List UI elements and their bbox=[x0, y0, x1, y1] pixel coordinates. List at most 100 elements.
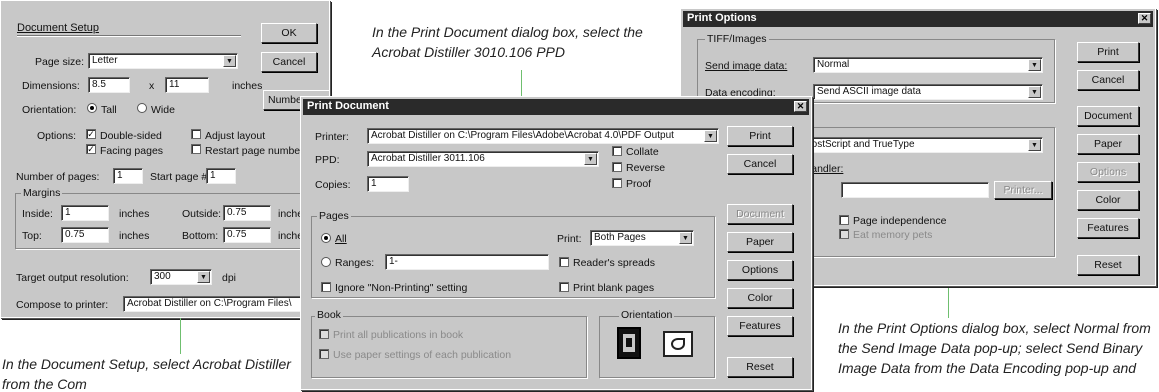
num-pages-label: Number of pages: bbox=[16, 171, 100, 183]
printer-button[interactable]: Printer... bbox=[994, 181, 1052, 199]
paper-button[interactable]: Paper bbox=[727, 232, 793, 252]
cancel-button[interactable]: Cancel bbox=[261, 52, 317, 72]
send-image-select[interactable]: Normal ▼ bbox=[813, 57, 1043, 73]
double-sided-checkbox[interactable]: ✓ bbox=[86, 129, 96, 139]
data-encoding-select[interactable]: Send ASCII image data ▼ bbox=[813, 84, 1043, 100]
cancel-print-button[interactable]: Cancel bbox=[727, 154, 793, 174]
ignore-nonprinting-checkbox[interactable] bbox=[321, 282, 331, 292]
top-label: Top: bbox=[22, 230, 42, 242]
portrait-orientation-icon[interactable] bbox=[617, 327, 641, 359]
options-features-button[interactable]: Features bbox=[1077, 218, 1139, 238]
options-paper-button[interactable]: Paper bbox=[1077, 134, 1139, 154]
bottom-field[interactable]: 0.75 bbox=[223, 227, 271, 243]
readers-spreads-label: Reader's spreads bbox=[573, 257, 655, 269]
book-option1-checkbox bbox=[319, 329, 329, 339]
close-icon[interactable]: ✕ bbox=[794, 101, 807, 112]
document-setup-title: Document Setup bbox=[17, 22, 99, 34]
print-blank-pages-checkbox[interactable] bbox=[559, 282, 569, 292]
landscape-orientation-icon[interactable] bbox=[663, 331, 693, 357]
close-icon[interactable]: ✕ bbox=[1138, 13, 1151, 24]
features-button[interactable]: Features bbox=[727, 316, 793, 336]
facing-pages-label: Facing pages bbox=[100, 145, 164, 157]
options-button[interactable]: Options bbox=[727, 260, 793, 280]
facing-pages-checkbox[interactable]: ✓ bbox=[86, 144, 96, 154]
ppd-value: Acrobat Distiller 3011.106 bbox=[371, 153, 485, 164]
inside-inches: inches bbox=[119, 208, 150, 220]
options-reset-button[interactable]: Reset bbox=[1077, 255, 1139, 275]
top-inches: inches bbox=[119, 230, 150, 242]
ppd-select[interactable]: Acrobat Distiller 3011.106 ▼ bbox=[367, 151, 599, 167]
chevron-down-icon: ▼ bbox=[679, 232, 692, 244]
send-image-label: Send image data: bbox=[705, 60, 788, 72]
wide-radio[interactable] bbox=[137, 103, 147, 113]
chevron-down-icon: ▼ bbox=[1028, 139, 1041, 151]
extra-option-label: Eat memory pets bbox=[853, 229, 933, 241]
double-sided-label: Double-sided bbox=[100, 130, 162, 142]
orientation-title: Orientation bbox=[619, 309, 675, 321]
adjust-layout-label: Adjust layout bbox=[205, 130, 266, 142]
ok-button[interactable]: OK bbox=[261, 23, 317, 43]
restart-numbering-checkbox[interactable] bbox=[191, 144, 201, 154]
bottom-label: Bottom: bbox=[182, 230, 219, 242]
reverse-label: Reverse bbox=[626, 162, 666, 174]
handler-field[interactable] bbox=[841, 182, 989, 198]
ranges-radio[interactable] bbox=[321, 257, 331, 267]
width-field[interactable]: 8.5 bbox=[88, 77, 130, 93]
copies-field[interactable]: 1 bbox=[367, 176, 409, 192]
target-resolution-label: Target output resolution: bbox=[16, 272, 129, 284]
copies-label: Copies: bbox=[315, 179, 351, 191]
print-label: Print: bbox=[557, 233, 582, 245]
orientation-label: Orientation: bbox=[22, 104, 77, 116]
page-independence-checkbox[interactable] bbox=[839, 215, 849, 225]
options-color-button[interactable]: Color bbox=[1077, 190, 1139, 210]
height-field[interactable]: 11 bbox=[165, 77, 209, 93]
print-document-title: Print Document bbox=[307, 100, 389, 112]
tall-label: Tall bbox=[101, 104, 117, 116]
printer-select[interactable]: Acrobat Distiller on C:\Program Files\Ad… bbox=[367, 128, 719, 144]
collate-label: Collate bbox=[626, 146, 659, 158]
reverse-checkbox[interactable] bbox=[612, 162, 622, 172]
options-cancel-button[interactable]: Cancel bbox=[1077, 70, 1139, 90]
num-pages-field[interactable]: 1 bbox=[113, 168, 143, 184]
print-select[interactable]: Both Pages ▼ bbox=[590, 230, 694, 246]
options-document-button[interactable]: Document bbox=[1077, 106, 1139, 126]
color-button[interactable]: Color bbox=[727, 288, 793, 308]
start-page-label: Start page #: bbox=[150, 171, 211, 183]
ranges-label: Ranges: bbox=[335, 257, 375, 269]
caption-top: In the Print Document dialog box, select… bbox=[372, 24, 643, 60]
page-size-select[interactable]: Letter ▼ bbox=[88, 53, 238, 69]
readers-spreads-checkbox[interactable] bbox=[559, 257, 569, 267]
compose-field[interactable]: Acrobat Distiller on C:\Program Files\ bbox=[123, 296, 329, 312]
options-options-button[interactable]: Options bbox=[1077, 162, 1139, 182]
document-button[interactable]: Document bbox=[727, 204, 793, 224]
target-resolution-value: 300 bbox=[154, 271, 171, 282]
tall-radio[interactable] bbox=[87, 103, 97, 113]
send-image-value: Normal bbox=[817, 59, 850, 70]
all-label: All bbox=[335, 233, 347, 245]
dpi-label: dpi bbox=[222, 272, 237, 284]
outside-field[interactable]: 0.75 bbox=[223, 205, 271, 221]
inches-label: inches bbox=[232, 80, 263, 92]
print-document-dialog: Print Document ✕ Printer: Acrobat Distil… bbox=[300, 96, 812, 390]
collate-checkbox[interactable] bbox=[612, 146, 622, 156]
chevron-down-icon: ▼ bbox=[584, 153, 597, 165]
inside-field[interactable]: 1 bbox=[61, 205, 109, 221]
proof-checkbox[interactable] bbox=[612, 178, 622, 188]
fonts-select[interactable]: PostScript and TrueType ▼ bbox=[801, 137, 1043, 153]
options-print-button[interactable]: Print bbox=[1077, 42, 1139, 62]
ranges-field[interactable]: 1- bbox=[385, 254, 549, 270]
start-page-field[interactable]: 1 bbox=[206, 168, 236, 184]
chevron-down-icon: ▼ bbox=[197, 271, 210, 283]
margins-title: Margins bbox=[21, 187, 63, 199]
reset-button[interactable]: Reset bbox=[727, 357, 793, 377]
adjust-layout-checkbox[interactable] bbox=[191, 129, 201, 139]
target-resolution-select[interactable]: 300 ▼ bbox=[150, 269, 212, 285]
all-radio[interactable] bbox=[321, 233, 331, 243]
top-field[interactable]: 0.75 bbox=[61, 227, 109, 243]
print-button[interactable]: Print bbox=[727, 126, 793, 146]
extra-option-checkbox bbox=[839, 229, 849, 239]
pointer-line-right bbox=[948, 285, 949, 318]
book-title: Book bbox=[315, 309, 343, 321]
book-option2-label: Use paper settings of each publication bbox=[333, 349, 512, 361]
page-independence-label: Page independence bbox=[853, 215, 947, 227]
